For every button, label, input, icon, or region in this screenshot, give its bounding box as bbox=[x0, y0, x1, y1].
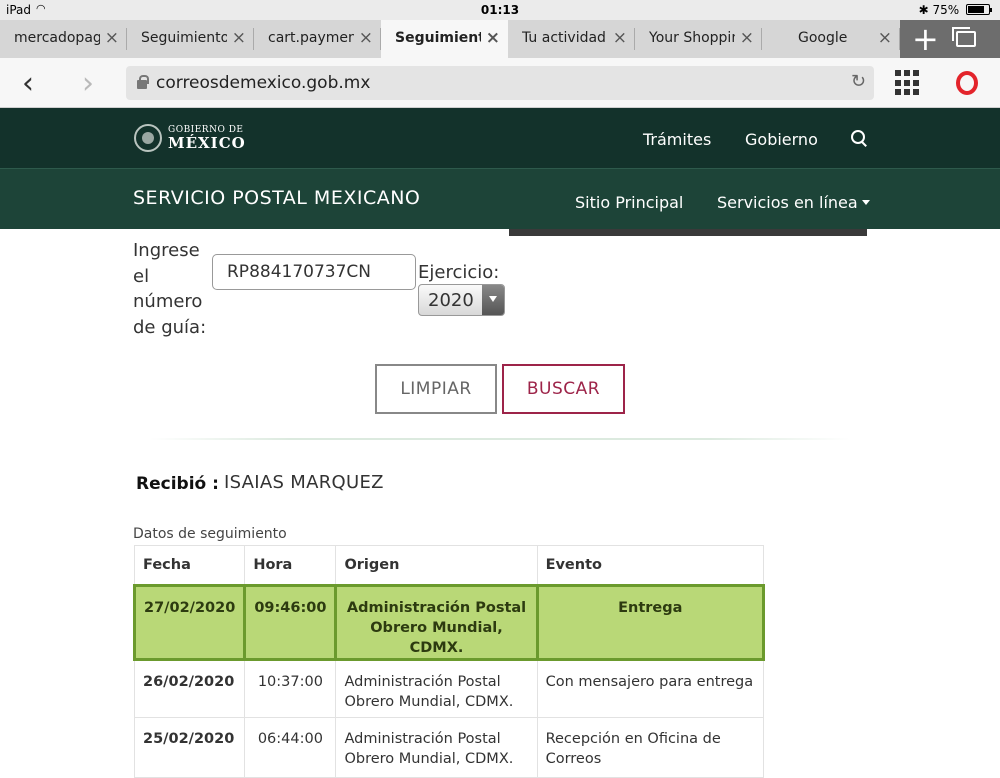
tab-label: mercadopago bbox=[14, 30, 100, 46]
close-tab-icon[interactable]: × bbox=[105, 28, 119, 48]
browser-tab-active[interactable]: Seguimiento × bbox=[381, 20, 508, 58]
address-bar: ‹ › correosdemexico.gob.mx ↻ bbox=[0, 58, 1000, 108]
col-header-hora: Hora bbox=[244, 545, 337, 586]
col-header-fecha: Fecha bbox=[133, 545, 246, 586]
year-label: Ejercicio: bbox=[418, 262, 500, 283]
table-row: 27/02/2020 09:46:00 Administración Posta… bbox=[132, 584, 766, 661]
tab-actions: + bbox=[900, 20, 1000, 58]
cell-hora: 10:37:00 bbox=[244, 659, 337, 718]
cell-hora: 09:46:00 bbox=[243, 584, 338, 661]
tab-label: Tu actividad bbox=[522, 30, 606, 46]
divider bbox=[150, 438, 850, 440]
table-header-row: Fecha Hora Origen Evento bbox=[133, 545, 765, 586]
cell-hora: 06:44:00 bbox=[244, 717, 337, 778]
browser-tab[interactable]: cart.payment × bbox=[254, 20, 381, 58]
browser-tab[interactable]: Seguimiento × bbox=[127, 20, 254, 58]
received-label: Recibió : bbox=[136, 474, 219, 494]
seal-icon bbox=[134, 124, 162, 152]
browser-tab[interactable]: Your Shopping × bbox=[635, 20, 762, 58]
table-caption: Datos de seguimiento bbox=[133, 526, 287, 542]
reload-icon[interactable]: ↻ bbox=[851, 71, 866, 92]
browser-tab[interactable]: Google × bbox=[762, 20, 900, 58]
close-tab-icon[interactable]: × bbox=[740, 28, 754, 48]
tab-switcher-icon[interactable] bbox=[952, 27, 976, 47]
tab-label: Seguimiento bbox=[141, 30, 227, 46]
cell-evento: Con mensajero para entrega bbox=[536, 659, 765, 718]
received-name: ISAIAS MARQUEZ bbox=[224, 472, 384, 493]
search-button[interactable]: BUSCAR bbox=[502, 364, 625, 414]
cell-fecha: 25/02/2020 bbox=[133, 717, 246, 778]
nav-tramites[interactable]: Trámites bbox=[643, 130, 711, 149]
tab-label: Google bbox=[798, 30, 848, 46]
guide-label: Ingrese el número de guía: bbox=[133, 240, 207, 338]
close-tab-icon[interactable]: × bbox=[232, 28, 246, 48]
col-header-evento: Evento bbox=[536, 545, 765, 586]
browser-tab[interactable]: mercadopago × bbox=[0, 20, 127, 58]
tab-strip: mercadopago × Seguimiento × cart.payment… bbox=[0, 20, 1000, 58]
chevron-down-icon bbox=[861, 200, 870, 205]
tracking-table: Fecha Hora Origen Evento 27/02/2020 09:4… bbox=[132, 545, 766, 778]
opera-menu-icon[interactable] bbox=[956, 71, 978, 95]
cell-origen: Administración Postal Obrero Mundial, CD… bbox=[334, 584, 539, 661]
close-tab-icon[interactable]: × bbox=[613, 28, 627, 48]
table-row: 25/02/2020 06:44:00 Administración Posta… bbox=[133, 717, 765, 778]
nav-gobierno[interactable]: Gobierno bbox=[745, 130, 818, 149]
new-tab-icon[interactable]: + bbox=[912, 20, 939, 58]
service-bar: SERVICIO POSTAL MEXICANO Sitio Principal… bbox=[0, 168, 1000, 229]
year-select[interactable]: 2020 bbox=[418, 284, 505, 316]
clock: 01:13 bbox=[480, 3, 520, 17]
clear-button[interactable]: LIMPIAR bbox=[375, 364, 497, 414]
cell-fecha: 27/02/2020 bbox=[132, 584, 247, 661]
close-tab-icon[interactable]: × bbox=[486, 28, 500, 48]
url-field[interactable]: correosdemexico.gob.mx ↻ bbox=[126, 66, 874, 100]
cell-origen: Administración Postal Obrero Mundial, CD… bbox=[335, 659, 538, 718]
cell-origen: Administración Postal Obrero Mundial, CD… bbox=[335, 717, 538, 778]
search-icon[interactable] bbox=[851, 130, 868, 147]
forward-icon[interactable]: › bbox=[82, 66, 94, 101]
guide-number-input[interactable] bbox=[212, 254, 416, 290]
nav-sitio-principal[interactable]: Sitio Principal bbox=[575, 193, 683, 212]
gov-header: GOBIERNO DE MÉXICO Trámites Gobierno bbox=[0, 108, 1000, 168]
tab-label: Seguimiento bbox=[395, 30, 481, 46]
tab-label: Your Shopping bbox=[649, 30, 735, 46]
close-tab-icon[interactable]: × bbox=[359, 28, 373, 48]
back-icon[interactable]: ‹ bbox=[22, 66, 34, 101]
service-title[interactable]: SERVICIO POSTAL MEXICANO bbox=[133, 187, 420, 209]
speed-dial-icon[interactable] bbox=[895, 70, 921, 96]
bluetooth-icon: ✱ bbox=[918, 3, 929, 17]
chevron-down-icon bbox=[482, 285, 504, 315]
logo-line2[interactable]: MÉXICO bbox=[168, 134, 246, 152]
battery-percent: 75% bbox=[932, 3, 960, 17]
battery-icon bbox=[966, 4, 992, 15]
nav-servicios-en-linea[interactable]: Servicios en línea bbox=[717, 193, 870, 212]
col-header-origen: Origen bbox=[335, 545, 538, 586]
browser-tab[interactable]: Tu actividad × bbox=[508, 20, 635, 58]
nav-servicios-label: Servicios en línea bbox=[717, 193, 858, 212]
dropdown-edge bbox=[509, 229, 867, 236]
cell-evento: Recepción en Oficina de Correos bbox=[536, 717, 765, 778]
lock-icon bbox=[136, 75, 149, 89]
cell-evento: Entrega bbox=[535, 584, 766, 661]
url-text: correosdemexico.gob.mx bbox=[156, 73, 371, 93]
tab-label: cart.payment bbox=[268, 30, 354, 46]
battery-status: ✱ 75% bbox=[918, 3, 992, 17]
cell-fecha: 26/02/2020 bbox=[133, 659, 246, 718]
close-tab-icon[interactable]: × bbox=[878, 28, 892, 48]
table-row: 26/02/2020 10:37:00 Administración Posta… bbox=[133, 659, 765, 718]
status-bar: iPad ◠ 01:13 ✱ 75% bbox=[0, 0, 1000, 20]
year-value: 2020 bbox=[428, 290, 474, 311]
